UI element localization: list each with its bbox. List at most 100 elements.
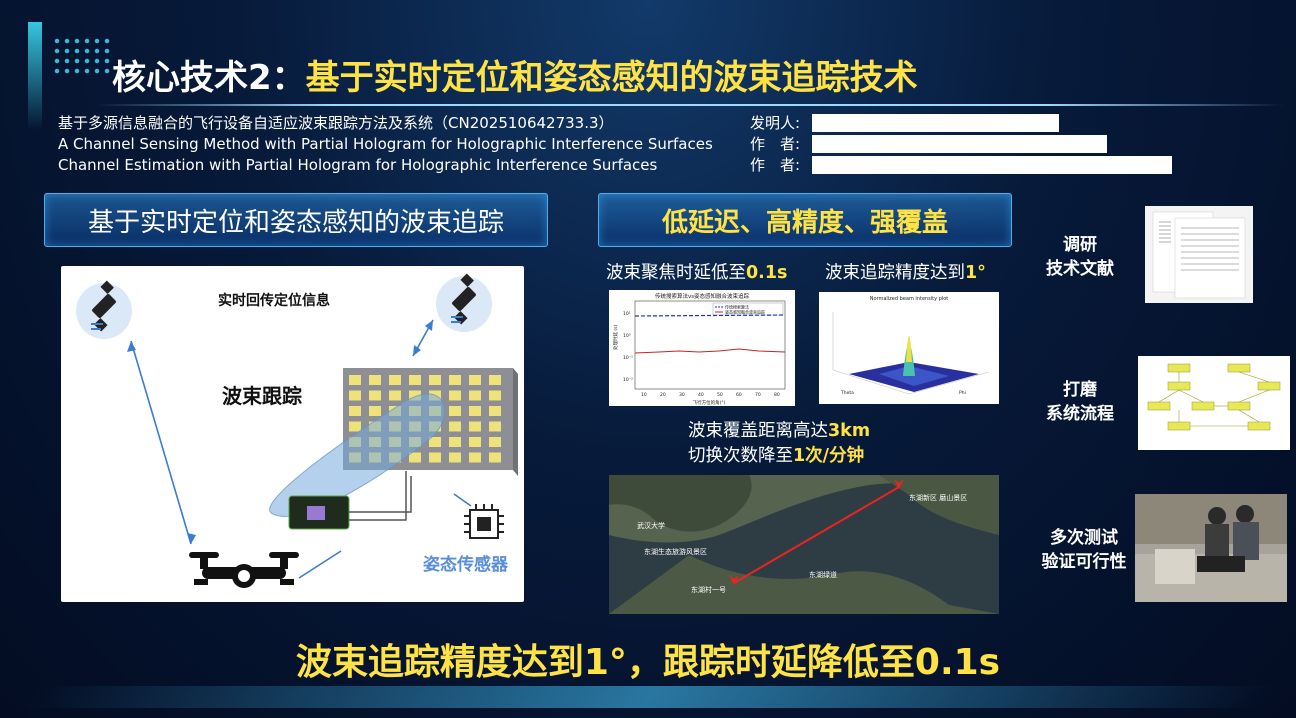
chart1-xlabel: 飞行方位的角(°) xyxy=(693,399,726,406)
literature-image xyxy=(1145,206,1253,303)
caption-distance-value: 3km xyxy=(828,421,871,441)
page-title: 核心技术2：基于实时定位和姿态感知的波束追踪技术 xyxy=(112,54,918,102)
flowchart-svg xyxy=(1147,363,1281,431)
latency-chart: 传统搜索算法vs姿态感知融合波束追踪 传统搜索算法 姿态感知融合波束追踪 处理时… xyxy=(609,290,795,406)
antenna-cell xyxy=(469,406,481,416)
author-label-2: 作 者: xyxy=(750,156,801,174)
caption-delay-text: 波束聚焦时延低至 xyxy=(606,263,746,283)
sensor-label: 姿态传感器 xyxy=(423,555,508,575)
chart1-xtick-3: 30 xyxy=(679,392,685,398)
beam-label: 波束跟踪 xyxy=(222,384,302,408)
chart1-ytick-3: 10⁻¹ xyxy=(623,355,633,361)
coverage-map: 东湖生态旅游风景区 东湖绿道 武汉大学 东湖村一号 东湖新区 磨山景区 xyxy=(609,475,999,614)
antenna-cell xyxy=(349,375,361,385)
antenna-cell xyxy=(469,452,481,463)
antenna-cell xyxy=(469,421,481,432)
side-label-flow-1: 打磨 xyxy=(1063,380,1097,400)
chart1-xtick-1: 10 xyxy=(641,392,647,398)
antenna-cell xyxy=(449,421,461,432)
caption-distance-text: 波束覆盖距离高达 xyxy=(688,421,828,441)
antenna-cell xyxy=(469,437,481,447)
caption-accuracy-text: 波束追踪精度达到 xyxy=(825,263,965,283)
antenna-cell xyxy=(469,375,481,385)
link-arrow-sat-drone xyxy=(130,340,192,545)
realtime-label: 实时回传定位信息 xyxy=(218,293,330,309)
decor-dots xyxy=(52,36,112,76)
side-label-test-1: 多次测试 xyxy=(1050,528,1118,548)
chip-icon xyxy=(464,504,504,539)
caption-switch-text: 切换次数降至 xyxy=(688,446,793,466)
chart1-xtick-2: 20 xyxy=(660,392,666,398)
caption-switch-value: 1次/分钟 xyxy=(793,446,865,466)
left-panel-header: 基于实时定位和姿态感知的波束追踪 xyxy=(44,193,548,247)
antenna-cell xyxy=(489,437,501,447)
antenna-cell xyxy=(489,406,501,416)
side-label-literature-2: 技术文献 xyxy=(1046,259,1114,279)
chart2-ylabel: Phi xyxy=(959,390,966,396)
chart1-ytick-4: 10⁻² xyxy=(623,377,633,383)
title-main: 基于实时定位和姿态感知的波束追踪技术 xyxy=(305,58,918,98)
chart1-legend-2: 姿态感知融合波束追踪 xyxy=(725,309,765,315)
map-label-3: 武汉大学 xyxy=(637,522,665,530)
antenna-cell xyxy=(409,375,421,385)
map-label-5: 东湖新区 磨山景区 xyxy=(909,494,968,502)
redacted-author-1 xyxy=(812,135,1107,153)
side-label-flow-2: 系统流程 xyxy=(1046,404,1114,424)
side-label-test-2: 验证可行性 xyxy=(1041,552,1127,572)
right-panel-header-text: 低延迟、高精度、强覆盖 xyxy=(661,207,948,238)
chart1-xtick-7: 70 xyxy=(755,392,761,398)
caption-accuracy-value: 1° xyxy=(965,263,986,283)
author-label-1: 作 者: xyxy=(750,135,801,153)
chart2-xlabel: Theta xyxy=(840,390,854,396)
chart1-ylabel: 处理时延 (s) xyxy=(612,324,619,350)
antenna-cell xyxy=(389,390,401,401)
antenna-cell xyxy=(489,452,501,463)
info-line-3: Channel Estimation with Partial Hologram… xyxy=(58,156,658,174)
bottom-glow xyxy=(22,686,1278,708)
field-test-svg xyxy=(1135,494,1287,602)
right-panel-header: 低延迟、高精度、强覆盖 xyxy=(598,193,1012,247)
field-test-photo xyxy=(1135,494,1287,602)
antenna-cell xyxy=(349,421,361,432)
flowchart-image xyxy=(1138,356,1290,450)
antenna-cell xyxy=(349,406,361,416)
side-label-literature-1: 调研 xyxy=(1063,235,1097,255)
antenna-cell xyxy=(349,390,361,401)
antenna-cell xyxy=(429,375,441,385)
antenna-cell xyxy=(489,421,501,432)
chart1-ytick-2: 10⁰ xyxy=(623,333,631,339)
redacted-inventor xyxy=(812,114,1059,132)
side-label-literature: 调研 技术文献 xyxy=(1030,233,1130,281)
caption-accuracy: 波束追踪精度达到1° xyxy=(825,259,986,284)
info-line-2: A Channel Sensing Method with Partial Ho… xyxy=(58,135,713,153)
antenna-cell xyxy=(389,375,401,385)
series-fusion xyxy=(634,348,786,354)
inventor-label: 发明人: xyxy=(750,114,801,132)
antenna-cell xyxy=(489,375,501,385)
side-label-test: 多次测试 验证可行性 xyxy=(1030,526,1138,574)
antenna-cell xyxy=(369,406,381,416)
side-label-flow: 打磨 系统流程 xyxy=(1030,378,1130,426)
title-divider xyxy=(95,104,1285,106)
link-arrow-drone-sensor xyxy=(298,550,342,579)
chart1-xtick-5: 50 xyxy=(717,392,723,398)
caption-delay: 波束聚焦时延低至0.1s xyxy=(606,259,787,284)
left-panel-header-text: 基于实时定位和姿态感知的波束追踪 xyxy=(87,207,504,238)
antenna-cell xyxy=(469,390,481,401)
drone-icon xyxy=(189,552,299,588)
title-prefix: 核心技术2： xyxy=(112,58,306,98)
chart1-title: 传统搜索算法vs姿态感知融合波束追踪 xyxy=(655,292,750,300)
antenna-cell xyxy=(449,452,461,463)
beam-intensity-svg: Normalized beam intensity plot Theta Phi xyxy=(832,296,990,396)
antenna-cell xyxy=(449,406,461,416)
antenna-cell xyxy=(449,375,461,385)
latency-chart-svg: 传统搜索算法vs姿态感知融合波束追踪 传统搜索算法 姿态感知融合波束追踪 处理时… xyxy=(612,292,786,406)
map-label-2: 东湖绿道 xyxy=(809,571,837,579)
redacted-author-2 xyxy=(812,156,1172,174)
info-line-1: 基于多源信息融合的飞行设备自适应波束跟踪方法及系统（CN202510642733… xyxy=(58,114,614,132)
antenna-cell xyxy=(369,375,381,385)
antenna-cell xyxy=(429,452,441,463)
beam-intensity-chart: Normalized beam intensity plot Theta Phi xyxy=(819,292,999,404)
antenna-cell xyxy=(449,390,461,401)
literature-svg xyxy=(1152,211,1246,299)
